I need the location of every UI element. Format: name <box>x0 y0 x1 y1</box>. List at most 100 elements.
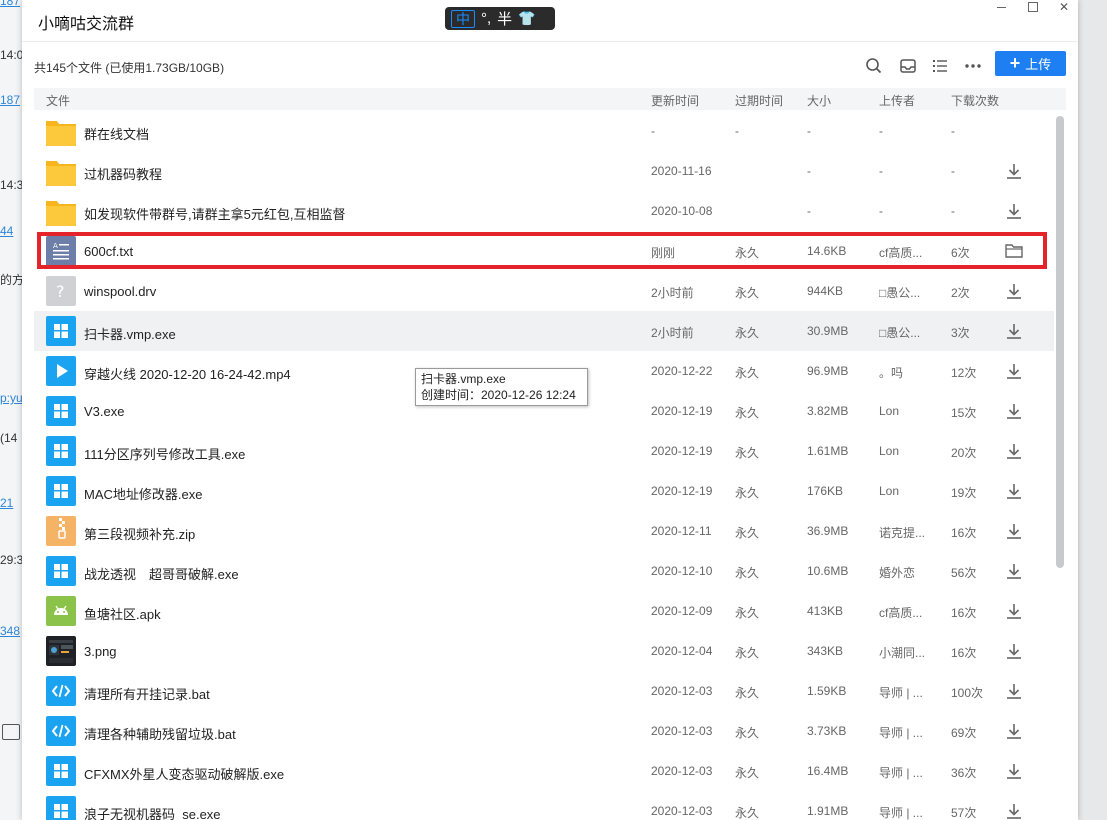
bg-link[interactable]: 44 <box>0 224 13 238</box>
file-name[interactable]: 浪子无视机器码_se.exe <box>84 804 221 820</box>
column-header-size[interactable]: 大小 <box>807 92 831 109</box>
download-icon[interactable] <box>1005 521 1023 541</box>
bg-link[interactable]: p:yu <box>0 391 22 405</box>
file-updated-time: 2020-12-09 <box>651 604 713 618</box>
maximize-button[interactable] <box>1017 0 1049 14</box>
inbox-icon[interactable] <box>898 56 918 76</box>
close-button[interactable]: ✕ <box>1048 0 1078 14</box>
download-icon[interactable] <box>1005 441 1023 461</box>
file-name[interactable]: V3.exe <box>84 404 124 419</box>
file-name[interactable]: 穿越火线 2020-12-20 16-24-42.mp4 <box>84 364 291 383</box>
file-name[interactable]: winspool.drv <box>84 284 156 299</box>
file-row[interactable]: ? winspool.drv 2小时前 永久 944KB □愚公... 2次 <box>34 271 1054 311</box>
download-icon[interactable] <box>1005 801 1023 820</box>
ime-toolbar[interactable]: 中 °, 半 👕 <box>445 7 555 30</box>
bg-link[interactable]: 21 <box>0 496 13 510</box>
table-header: 文件 更新时间 过期时间 大小 上传者 下载次数 <box>34 88 1066 110</box>
file-name[interactable]: 清理所有开挂记录.bat <box>84 684 210 703</box>
file-updated-time: 2020-12-03 <box>651 684 713 698</box>
bg-link[interactable]: 187 <box>0 93 20 107</box>
file-name[interactable]: MAC地址修改器.exe <box>84 484 202 503</box>
open-folder-icon[interactable] <box>1005 241 1023 261</box>
file-row[interactable]: 如发现软件带群号,请群主拿5元红包,互相监督 2020-10-08 - - - <box>34 191 1054 231</box>
file-name[interactable]: 鱼塘社区.apk <box>84 604 161 623</box>
file-name[interactable]: 如发现软件带群号,请群主拿5元红包,互相监督 <box>84 204 345 223</box>
bg-link[interactable]: 187 <box>0 0 20 8</box>
bg-link[interactable]: 348 <box>0 624 20 638</box>
download-icon[interactable] <box>1005 321 1023 341</box>
file-row[interactable]: MAC地址修改器.exe 2020-12-19 永久 176KB Lon 19次 <box>34 471 1054 511</box>
download-icon[interactable] <box>1005 201 1023 221</box>
file-row[interactable]: 鱼塘社区.apk 2020-12-09 永久 413KB cf高质... 16次 <box>34 591 1054 631</box>
file-download-count: 15次 <box>951 406 977 420</box>
file-row[interactable]: CFXMX外星人变态驱动破解版.exe 2020-12-03 永久 16.4MB 导师 … <box>34 751 1054 791</box>
file-row[interactable]: 第三段视频补充.zip 2020-12-11 永久 36.9MB 诺克提... 16次 <box>34 511 1054 551</box>
file-row[interactable]: 扫卡器.vmp.exe 2小时前 永久 30.9MB □愚公... 3次 <box>34 311 1054 351</box>
file-expiry: 永久 <box>735 726 760 740</box>
file-row[interactable]: 浪子无视机器码_se.exe 2020-12-03 永久 1.91MB 导师 | ...… <box>34 791 1054 820</box>
file-row[interactable]: 战龙透视 超哥哥破解.exe 2020-12-10 永久 10.6MB 婚外恋 56次 <box>34 551 1054 591</box>
ime-width-indicator[interactable]: 半 <box>497 8 512 29</box>
file-name[interactable]: 111分区序列号修改工具.exe <box>84 444 245 463</box>
file-name[interactable]: 第三段视频补充.zip <box>84 524 195 543</box>
download-icon[interactable] <box>1005 721 1023 741</box>
file-uploader: - <box>879 164 883 178</box>
upload-button[interactable]: + 上传 <box>995 51 1066 76</box>
more-options-icon[interactable] <box>963 56 983 76</box>
download-icon[interactable] <box>1005 361 1023 381</box>
ime-punct-indicator[interactable]: °, <box>481 10 491 27</box>
folder-icon[interactable] <box>2 724 20 740</box>
file-updated-time: 2小时前 <box>651 286 694 300</box>
file-name[interactable]: 清理各种辅助残留垃圾.bat <box>84 724 236 743</box>
ime-skin-icon[interactable]: 👕 <box>518 10 535 27</box>
list-view-icon[interactable] <box>930 56 950 76</box>
file-row[interactable]: 111分区序列号修改工具.exe 2020-12-19 永久 1.61MB Lon 20次 <box>34 431 1054 471</box>
download-icon[interactable] <box>1005 681 1023 701</box>
file-row[interactable]: 3.png 2020-12-04 永久 343KB 小潮同... 16次 <box>34 631 1054 671</box>
download-icon[interactable] <box>1005 641 1023 661</box>
file-name[interactable]: 群在线文档 <box>84 124 149 143</box>
download-icon[interactable] <box>1005 161 1023 181</box>
text-file-icon: A <box>46 236 76 266</box>
file-name[interactable]: 战龙透视 超哥哥破解.exe <box>84 564 239 583</box>
file-row[interactable]: 过机器码教程 2020-11-16 - - - <box>34 151 1054 191</box>
column-header-updated[interactable]: 更新时间 <box>651 92 699 109</box>
file-uploader: Lon <box>879 404 900 418</box>
folder-icon <box>45 197 76 227</box>
column-header-name[interactable]: 文件 <box>46 92 70 109</box>
file-download-count: 2次 <box>951 286 970 300</box>
tooltip-created-time: 创建时间：2020-12-26 12:24 <box>421 388 576 402</box>
minimize-button[interactable] <box>985 0 1017 14</box>
ime-mode-indicator[interactable]: 中 <box>451 9 475 28</box>
file-updated-time: - <box>651 124 655 138</box>
video-icon <box>46 356 76 386</box>
title-bar[interactable]: 小嘀咕交流群 中 °, 半 👕 ✕ <box>22 0 1078 42</box>
download-icon[interactable] <box>1005 561 1023 581</box>
exe-icon <box>46 316 76 346</box>
file-name[interactable]: CFXMX外星人变态驱动破解版.exe <box>84 764 284 783</box>
file-row[interactable]: 清理各种辅助残留垃圾.bat 2020-12-03 永久 3.73KB 导师 | ...… <box>34 711 1054 751</box>
window-title: 小嘀咕交流群 <box>38 16 135 33</box>
file-name[interactable]: 3.png <box>84 644 117 659</box>
file-download-count: 19次 <box>951 486 977 500</box>
column-header-downloads[interactable]: 下载次数 <box>951 92 999 109</box>
search-icon[interactable] <box>864 56 884 76</box>
download-icon[interactable] <box>1005 401 1023 421</box>
file-count-summary: 共145个文件 (已使用1.73GB/10GB) <box>34 61 225 75</box>
download-icon[interactable] <box>1005 481 1023 501</box>
file-uploader: cf高质... <box>879 606 923 620</box>
file-name[interactable]: 扫卡器.vmp.exe <box>84 324 176 343</box>
column-header-expiry[interactable]: 过期时间 <box>735 92 783 109</box>
file-name[interactable]: 过机器码教程 <box>84 164 162 183</box>
file-row[interactable]: 清理所有开挂记录.bat 2020-12-03 永久 1.59KB 导师 | ... 10… <box>34 671 1054 711</box>
download-icon[interactable] <box>1005 601 1023 621</box>
exe-icon <box>46 756 76 786</box>
download-icon[interactable] <box>1005 761 1023 781</box>
column-header-uploader[interactable]: 上传者 <box>879 92 915 109</box>
file-uploader: 诺克提... <box>879 526 926 540</box>
download-icon[interactable] <box>1005 281 1023 301</box>
file-row[interactable]: A 600cf.txt 刚刚 永久 14.6KB cf高质... 6次 <box>34 231 1054 271</box>
file-row[interactable]: 群在线文档 - - - - - <box>34 111 1054 151</box>
scrollbar-thumb[interactable] <box>1056 116 1064 568</box>
file-name[interactable]: 600cf.txt <box>84 244 133 259</box>
